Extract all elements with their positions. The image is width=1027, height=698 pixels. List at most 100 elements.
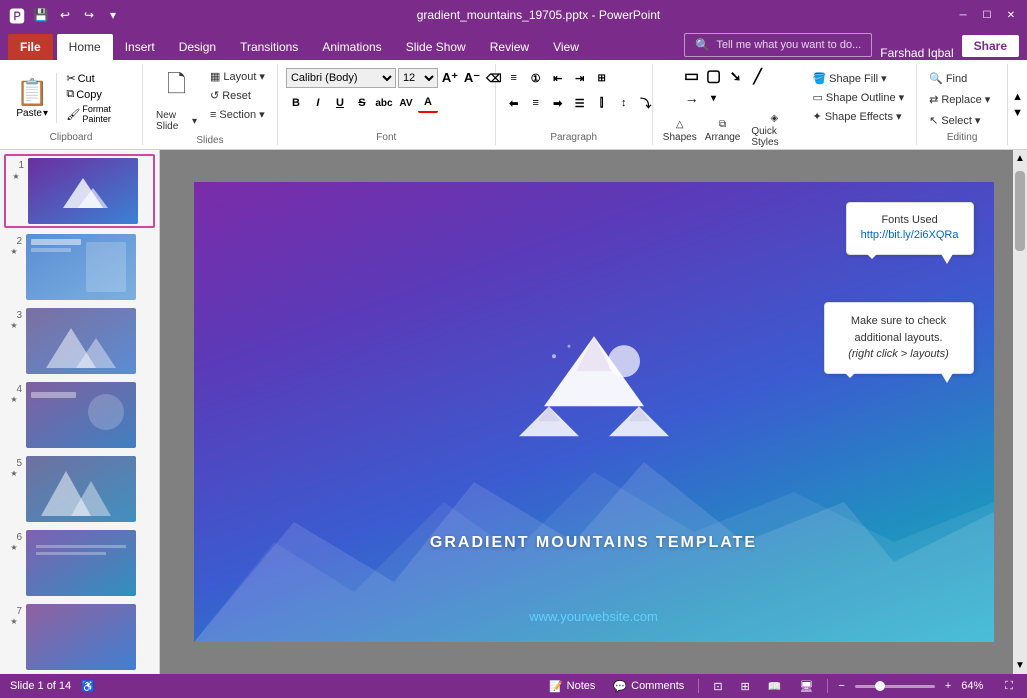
slide-sorter-button[interactable]: ⊞ (737, 679, 754, 694)
slide-thumbnail-4[interactable]: 4 ★ (4, 380, 155, 450)
arrange-button[interactable]: ⧉ Arrange (703, 110, 743, 151)
close-button[interactable]: ✕ (1003, 7, 1019, 23)
shape-effects-button[interactable]: ✦ Shape Effects ▾ (808, 108, 908, 125)
redo-icon[interactable]: ↪ (80, 6, 98, 24)
editing-label: Editing (925, 132, 999, 145)
slide-thumbnail-2[interactable]: 2 ★ (4, 232, 155, 302)
slide-thumbnail-5[interactable]: 5 ★ (4, 454, 155, 524)
search-placeholder: Tell me what you want to do... (716, 39, 861, 51)
zoom-slider[interactable] (855, 685, 935, 688)
slide-thumbnail-3[interactable]: 3 ★ (4, 306, 155, 376)
customize-icon[interactable]: ▾ (104, 6, 122, 24)
strikethrough-button[interactable]: S (352, 93, 372, 113)
fit-window-button[interactable]: ⛶ (1001, 679, 1017, 694)
normal-view-button[interactable]: ⊡ (709, 679, 726, 694)
quick-styles-icon: ◈ (771, 113, 779, 124)
slide-thumbnail-7[interactable]: 7 ★ (4, 602, 155, 672)
replace-icon: ⇄ (929, 93, 938, 106)
font-family-select[interactable]: Calibri (Body) (286, 68, 396, 88)
tab-view[interactable]: View (541, 34, 591, 60)
vertical-scrollbar[interactable]: ▲ ▼ (1013, 150, 1027, 674)
undo-icon[interactable]: ↩ (56, 6, 74, 24)
line-spacing-button[interactable]: ↕ (614, 93, 634, 113)
shape-rect[interactable]: ▭ (682, 66, 702, 86)
ribbon-scroll-up[interactable]: ▲ (1010, 89, 1025, 105)
align-right-button[interactable]: ➡ (548, 93, 568, 113)
justify-button[interactable]: ☰ (570, 93, 590, 113)
new-slide-button[interactable]: 🗋 New Slide ▾ (151, 64, 202, 135)
reset-button[interactable]: ↺ Reset (206, 87, 269, 104)
slide-thumbnail-1[interactable]: 1 ★ (4, 154, 155, 228)
align-center-button[interactable]: ≡ (526, 93, 546, 113)
increase-font-button[interactable]: A⁺ (440, 68, 460, 88)
find-button[interactable]: 🔍 Find (925, 70, 994, 87)
shapes-button[interactable]: △ Shapes (661, 110, 699, 151)
scroll-up-arrow[interactable]: ▲ (1012, 150, 1027, 167)
shape-fill-button[interactable]: 🪣 Shape Fill ▾ (808, 70, 908, 87)
reading-view-button[interactable]: 📖 (764, 679, 786, 694)
tab-design[interactable]: Design (167, 34, 228, 60)
underline-button[interactable]: U (330, 93, 350, 113)
comments-button[interactable]: 💬 Comments (609, 679, 688, 694)
slide-canvas[interactable]: GRADIENT MOUNTAINS TEMPLATE www.yourwebs… (194, 182, 994, 642)
font-color-button[interactable]: A (418, 93, 438, 113)
accessibility-icon[interactable]: ♿ (81, 680, 95, 693)
tab-file[interactable]: File (8, 34, 53, 60)
zoom-in-button[interactable]: + (945, 680, 951, 692)
decrease-font-button[interactable]: A⁻ (462, 68, 482, 88)
select-button[interactable]: ↖ Select ▾ (925, 112, 994, 129)
char-spacing-button[interactable]: AV (396, 93, 416, 113)
decrease-indent-button[interactable]: ⇤ (548, 68, 568, 88)
tab-animations[interactable]: Animations (310, 34, 393, 60)
shape-line[interactable]: ╱ (748, 66, 768, 86)
scroll-down-arrow[interactable]: ▼ (1012, 657, 1027, 674)
search-bar[interactable]: 🔍 Tell me what you want to do... (684, 33, 872, 57)
slide-url: www.yourwebsite.com (529, 609, 658, 624)
tab-insert[interactable]: Insert (113, 34, 167, 60)
italic-button[interactable]: I (308, 93, 328, 113)
shape-rounded[interactable]: ▢ (704, 66, 724, 86)
scroll-thumb[interactable] (1015, 171, 1025, 251)
align-left-button[interactable]: ⬅ (504, 93, 524, 113)
tab-review[interactable]: Review (478, 34, 541, 60)
text-shadow-button[interactable]: abc (374, 93, 394, 113)
minimize-button[interactable]: ─ (955, 7, 971, 23)
save-icon[interactable]: 💾 (32, 6, 50, 24)
shape-arrow2[interactable]: → (682, 88, 702, 108)
zoom-out-button[interactable]: − (838, 680, 844, 692)
cut-button[interactable]: ✂ Cut (63, 71, 134, 86)
smartart-button[interactable]: ⊞ (592, 68, 612, 88)
numbering-button[interactable]: ① (526, 68, 546, 88)
notes-button[interactable]: 📝 Notes (545, 679, 599, 694)
replace-button[interactable]: ⇄ Replace ▾ (925, 91, 994, 108)
slide-thumb-img-1 (28, 158, 138, 224)
columns-button[interactable]: ⫿ (592, 93, 612, 113)
presenter-view-button[interactable]: 🖥 (795, 679, 817, 694)
bullets-button[interactable]: ≡ (504, 68, 524, 88)
layout-button[interactable]: ▦ Layout ▾ (206, 68, 269, 85)
paste-button[interactable]: 📋 Paste ▾ (8, 73, 57, 123)
slide-thumbnail-6[interactable]: 6 ★ (4, 528, 155, 598)
user-name[interactable]: Farshad Iqbal (872, 46, 961, 60)
paste-dropdown[interactable]: ▾ (43, 108, 48, 119)
shape-outline-button[interactable]: ▭ Shape Outline ▾ (808, 89, 908, 106)
share-button[interactable]: Share (962, 35, 1019, 57)
tab-slideshow[interactable]: Slide Show (394, 34, 478, 60)
font-size-select[interactable]: 12 (398, 68, 438, 88)
quick-styles-button[interactable]: ◈ Quick Styles (746, 110, 802, 151)
format-painter-button[interactable]: 🖌 Format Painter (63, 103, 134, 125)
ribbon-scroll-down[interactable]: ▼ (1010, 105, 1025, 121)
font-label: Font (286, 132, 487, 145)
slide-title: GRADIENT MOUNTAINS TEMPLATE (430, 534, 757, 552)
increase-indent-button[interactable]: ⇥ (570, 68, 590, 88)
restore-button[interactable]: ☐ (979, 7, 995, 23)
tab-home[interactable]: Home (57, 34, 113, 60)
bold-button[interactable]: B (286, 93, 306, 113)
tab-transitions[interactable]: Transitions (228, 34, 310, 60)
new-slide-dropdown[interactable]: ▾ (192, 116, 197, 127)
shape-more[interactable]: ▾ (704, 88, 724, 108)
section-button[interactable]: ≡ Section ▾ (206, 106, 269, 123)
reset-icon: ↺ (210, 89, 219, 102)
copy-button[interactable]: ⧉ Copy (63, 87, 134, 102)
shape-arrow[interactable]: ➘ (726, 66, 746, 86)
